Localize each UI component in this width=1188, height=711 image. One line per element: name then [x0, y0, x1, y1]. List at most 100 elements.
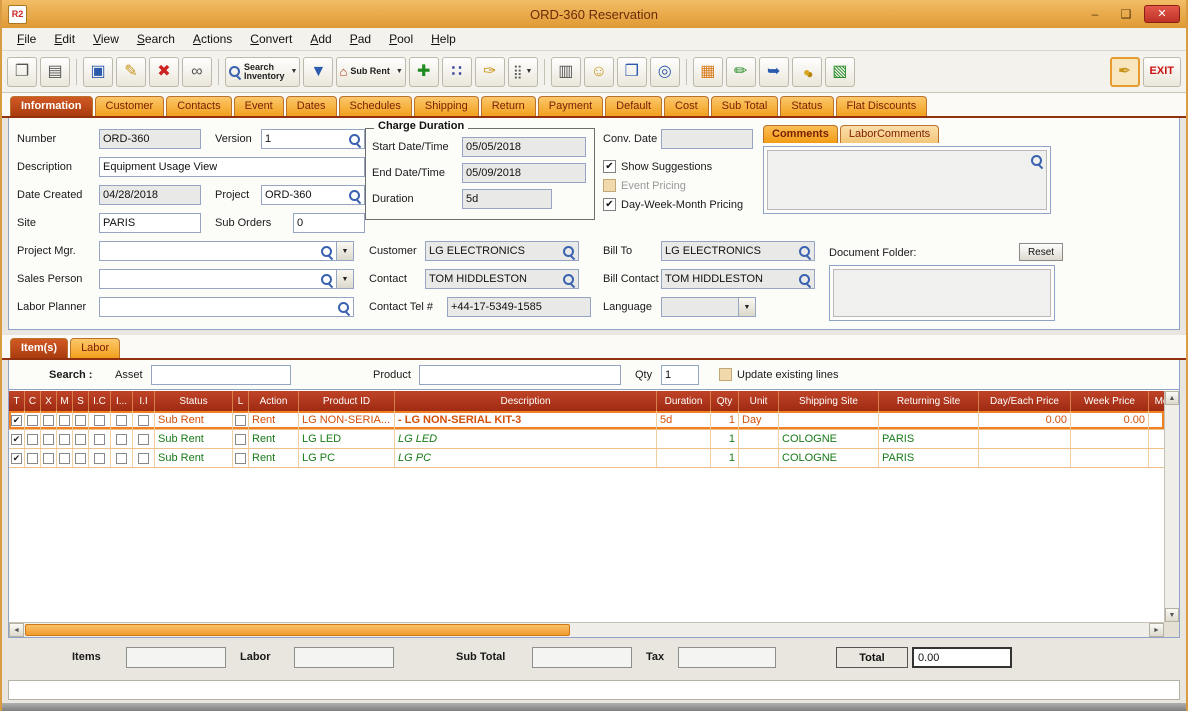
row-checkbox[interactable] [94, 452, 105, 464]
tab-schedules[interactable]: Schedules [338, 96, 412, 116]
row-checkbox[interactable] [116, 452, 127, 464]
close-button[interactable]: ✕ [1144, 5, 1180, 23]
menu-file[interactable]: File [8, 32, 45, 46]
row-checkbox[interactable] [116, 414, 127, 426]
tab-status[interactable]: Status [780, 96, 834, 116]
row-checkbox[interactable] [75, 414, 86, 426]
contact-tel-field[interactable]: +44-17-5349-1585 [447, 297, 591, 317]
print-button[interactable]: ▤ [40, 56, 70, 87]
description-field[interactable]: Equipment Usage View [99, 157, 365, 177]
pour-button[interactable]: ▼ [303, 56, 334, 87]
reset-button[interactable]: Reset [1019, 243, 1063, 261]
labor-planner-lookup-icon[interactable] [337, 301, 350, 314]
exit-button[interactable]: EXIT [1142, 56, 1181, 87]
bill-contact-lookup-icon[interactable] [798, 273, 811, 286]
site-field[interactable]: PARIS [99, 213, 201, 233]
asset-input[interactable] [151, 365, 291, 385]
labor-planner-field[interactable] [99, 297, 354, 317]
table-row[interactable]: ✔ Sub Rent Rent LG NON-SERIA... - LG NON… [9, 411, 1164, 430]
tab-labor-comments[interactable]: LaborComments [839, 125, 940, 143]
checkout-button[interactable]: ➥ [758, 56, 789, 87]
col-header-s[interactable]: S [73, 391, 89, 411]
note-button[interactable]: ✑ [474, 56, 505, 87]
items-total-field[interactable] [126, 647, 226, 668]
row-checkbox[interactable] [43, 452, 54, 464]
row-checkbox[interactable] [27, 452, 38, 464]
language-dropdown[interactable]: ▼ [739, 297, 756, 317]
col-header-day-each-price[interactable]: Day/Each Price [979, 391, 1071, 411]
row-checkbox[interactable] [94, 414, 105, 426]
tab-return[interactable]: Return [480, 96, 536, 116]
row-checkbox[interactable] [235, 433, 246, 445]
project-mgr-dropdown[interactable]: ▼ [337, 241, 354, 261]
pad-button[interactable]: ⣿ ▼ [507, 56, 538, 87]
col-header-m[interactable]: M [57, 391, 73, 411]
comments-textarea[interactable] [767, 150, 1047, 210]
cubes-button[interactable]: ▦ [692, 56, 723, 87]
tax-field[interactable] [678, 647, 776, 668]
scroll-left-icon[interactable]: ◄ [9, 623, 24, 637]
col-header-duration[interactable]: Duration [657, 391, 711, 411]
duration-field[interactable]: 5d [462, 189, 552, 209]
language-field[interactable] [661, 297, 739, 317]
qty-input[interactable] [661, 365, 699, 385]
col-header-l[interactable]: L [233, 391, 249, 411]
row-checkbox[interactable] [235, 414, 246, 426]
col-header-ii[interactable]: I.I [133, 391, 155, 411]
col-header-returning-site[interactable]: Returning Site [879, 391, 979, 411]
col-header-unit[interactable]: Unit [739, 391, 779, 411]
group-button[interactable]: ∷ [441, 56, 472, 87]
version-field[interactable]: 1 [261, 129, 365, 149]
tab-shipping[interactable]: Shipping [413, 96, 479, 116]
menu-search[interactable]: Search [128, 32, 184, 46]
tab-customer[interactable]: Customer [94, 96, 165, 116]
save-button[interactable]: ▣ [83, 56, 113, 87]
row-checkbox[interactable] [27, 433, 38, 445]
row-checkbox[interactable]: ✔ [11, 414, 22, 426]
comments-lookup-icon[interactable] [1030, 154, 1043, 167]
total-field[interactable]: 0.00 [912, 647, 1012, 668]
version-lookup-icon[interactable] [348, 133, 361, 146]
table-row[interactable]: ✔ Sub Rent Rent LG PC LG PC 1 COLOGNE PA… [9, 449, 1164, 468]
col-header-action[interactable]: Action [249, 391, 299, 411]
row-checkbox[interactable] [235, 452, 246, 464]
update-existing-lines-checkbox[interactable] [719, 368, 732, 381]
col-header-c[interactable]: C [25, 391, 41, 411]
end-date-field[interactable]: 05/09/2018 [462, 163, 586, 183]
contact-field[interactable]: TOM HIDDLESTON [425, 269, 579, 289]
tab-information[interactable]: Information [10, 96, 93, 116]
tab-contacts[interactable]: Contacts [166, 96, 232, 116]
menu-add[interactable]: Add [301, 32, 340, 46]
project-mgr-field[interactable] [99, 241, 337, 261]
col-header-product-id[interactable]: Product ID [299, 391, 395, 411]
tab-sub-total[interactable]: Sub Total [710, 96, 779, 116]
vertical-scrollbar[interactable]: ▲ ▼ [1164, 391, 1179, 622]
col-header-status[interactable]: Status [155, 391, 233, 411]
find-button[interactable]: ∞ [182, 56, 212, 87]
col-header-qty[interactable]: Qty [711, 391, 739, 411]
col-header-i2[interactable]: I... [111, 391, 133, 411]
row-checkbox[interactable]: ✔ [11, 433, 22, 445]
bill-to-field[interactable]: LG ELECTRONICS [661, 241, 815, 261]
number-field[interactable]: ORD-360 [99, 129, 201, 149]
conv-date-field[interactable] [661, 129, 753, 149]
product-input[interactable] [419, 365, 621, 385]
tab-dates[interactable]: Dates [285, 96, 337, 116]
scroll-up-icon[interactable]: ▲ [1165, 391, 1179, 405]
row-checkbox[interactable] [75, 433, 86, 445]
col-header-week-price[interactable]: Week Price [1071, 391, 1149, 411]
tab-cost[interactable]: Cost [664, 96, 709, 116]
row-checkbox[interactable] [59, 414, 70, 426]
show-suggestions-checkbox[interactable]: ✔ [603, 160, 616, 173]
col-header-t[interactable]: T [9, 391, 25, 411]
row-checkbox[interactable] [59, 433, 70, 445]
row-checkbox[interactable] [43, 414, 54, 426]
customer-field[interactable]: LG ELECTRONICS [425, 241, 579, 261]
maximize-button[interactable]: ❑ [1113, 5, 1139, 23]
day-week-month-pricing-checkbox[interactable]: ✔ [603, 198, 616, 211]
row-checkbox[interactable]: ✔ [11, 452, 22, 464]
sales-person-field[interactable] [99, 269, 337, 289]
menu-help[interactable]: Help [422, 32, 465, 46]
row-checkbox[interactable] [138, 414, 149, 426]
tab-comments[interactable]: Comments [763, 125, 838, 143]
